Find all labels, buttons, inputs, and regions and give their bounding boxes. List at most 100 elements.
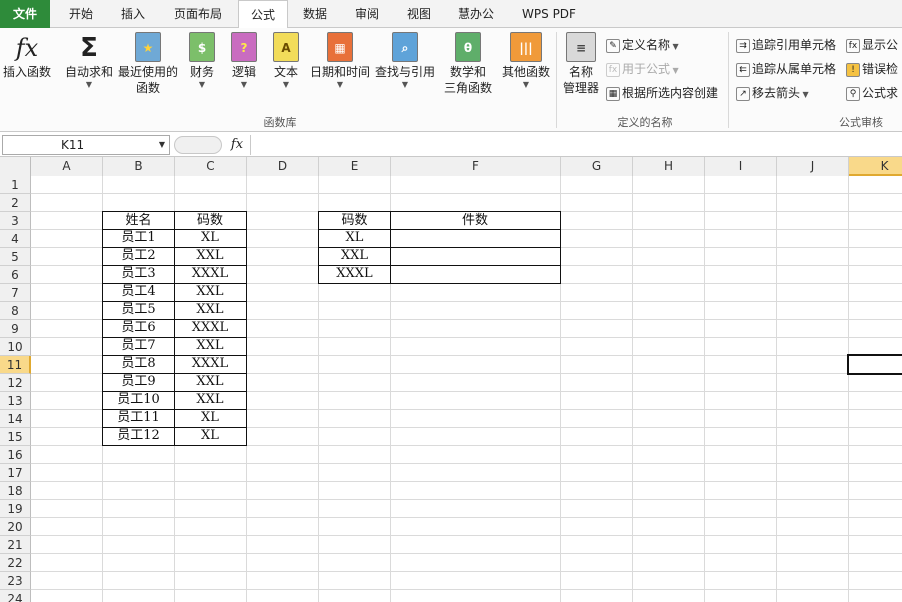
table1-cell[interactable]: XL bbox=[174, 229, 247, 248]
financial-button[interactable]: $ 财务 ▼ bbox=[182, 32, 222, 90]
column-header-a[interactable]: A bbox=[31, 157, 103, 176]
table1-cell[interactable]: 员工2 bbox=[102, 247, 175, 266]
tab-view[interactable]: 视图 bbox=[394, 0, 444, 28]
formula-bar-buttons[interactable] bbox=[174, 136, 222, 154]
trace-dependents-button[interactable]: ⇇ 追踪从属单元格 bbox=[736, 60, 836, 78]
text-button[interactable]: A 文本 ▼ bbox=[266, 32, 306, 90]
tab-review[interactable]: 审阅 bbox=[342, 0, 392, 28]
table2-cell[interactable] bbox=[390, 247, 561, 266]
table1-header-cell[interactable]: 码数 bbox=[174, 211, 247, 230]
define-name-button[interactable]: ✎ 定义名称 ▼ bbox=[606, 36, 679, 54]
table1-cell[interactable]: XXXL bbox=[174, 319, 247, 338]
table1-cell[interactable]: 员工3 bbox=[102, 265, 175, 284]
row-header-3[interactable]: 3 bbox=[0, 212, 31, 230]
table1-cell[interactable]: XXXL bbox=[174, 265, 247, 284]
logical-button[interactable]: ? 逻辑 ▼ bbox=[224, 32, 264, 90]
table1-cell[interactable]: XXL bbox=[174, 301, 247, 320]
table2-header-cell[interactable]: 码数 bbox=[318, 211, 391, 230]
table1-cell[interactable]: 员工12 bbox=[102, 427, 175, 446]
column-header-j[interactable]: J bbox=[777, 157, 849, 176]
date-time-button[interactable]: ▦ 日期和时间 ▼ bbox=[308, 32, 372, 90]
row-header-11[interactable]: 11 bbox=[0, 356, 31, 374]
row-header-1[interactable]: 1 bbox=[0, 176, 31, 194]
tab-data[interactable]: 数据 bbox=[290, 0, 340, 28]
table1-cell[interactable]: XL bbox=[174, 409, 247, 428]
create-from-selection-button[interactable]: ▦ 根据所选内容创建 bbox=[606, 84, 718, 102]
name-manager-button[interactable]: ≡ 名称 管理器 bbox=[560, 32, 602, 96]
chevron-down-icon[interactable]: ▼ bbox=[159, 136, 165, 154]
row-header-10[interactable]: 10 bbox=[0, 338, 31, 356]
table1-cell[interactable]: XXL bbox=[174, 391, 247, 410]
table1-cell[interactable]: 员工7 bbox=[102, 337, 175, 356]
row-header-18[interactable]: 18 bbox=[0, 482, 31, 500]
table1-cell[interactable]: 员工6 bbox=[102, 319, 175, 338]
row-header-21[interactable]: 21 bbox=[0, 536, 31, 554]
table1-header-cell[interactable]: 姓名 bbox=[102, 211, 175, 230]
table2-cell[interactable]: XXXL bbox=[318, 265, 391, 284]
row-header-6[interactable]: 6 bbox=[0, 266, 31, 284]
table1-cell[interactable]: XXXL bbox=[174, 355, 247, 374]
row-header-19[interactable]: 19 bbox=[0, 500, 31, 518]
row-header-15[interactable]: 15 bbox=[0, 428, 31, 446]
row-header-14[interactable]: 14 bbox=[0, 410, 31, 428]
lookup-reference-button[interactable]: ⌕ 查找与引用 ▼ bbox=[374, 32, 436, 90]
table1-cell[interactable]: XL bbox=[174, 427, 247, 446]
row-header-5[interactable]: 5 bbox=[0, 248, 31, 266]
tab-wps-pdf[interactable]: WPS PDF bbox=[510, 0, 588, 28]
table2-header-cell[interactable]: 件数 bbox=[390, 211, 561, 230]
table2-cell[interactable] bbox=[390, 265, 561, 284]
tab-page-layout[interactable]: 页面布局 bbox=[162, 0, 234, 28]
insert-function-fx-icon[interactable]: fx bbox=[228, 135, 246, 155]
column-header-d[interactable]: D bbox=[247, 157, 319, 176]
table1-cell[interactable]: 员工10 bbox=[102, 391, 175, 410]
column-header-k[interactable]: K bbox=[849, 157, 902, 176]
table2-cell[interactable]: XL bbox=[318, 229, 391, 248]
row-header-9[interactable]: 9 bbox=[0, 320, 31, 338]
row-header-4[interactable]: 4 bbox=[0, 230, 31, 248]
row-header-20[interactable]: 20 bbox=[0, 518, 31, 536]
table1-cell[interactable]: 员工4 bbox=[102, 283, 175, 302]
more-functions-button[interactable]: ||| 其他函数 ▼ bbox=[498, 32, 554, 90]
select-all-corner[interactable] bbox=[0, 157, 31, 176]
table1-cell[interactable]: XXL bbox=[174, 373, 247, 392]
row-header-17[interactable]: 17 bbox=[0, 464, 31, 482]
tab-file[interactable]: 文件 bbox=[0, 0, 50, 28]
use-in-formula-button[interactable]: fx 用于公式 ▼ bbox=[606, 60, 679, 78]
table1-cell[interactable]: 员工5 bbox=[102, 301, 175, 320]
row-header-12[interactable]: 12 bbox=[0, 374, 31, 392]
table1-cell[interactable]: 员工1 bbox=[102, 229, 175, 248]
column-header-c[interactable]: C bbox=[175, 157, 247, 176]
formula-input[interactable] bbox=[250, 135, 900, 155]
table1-cell[interactable]: XXL bbox=[174, 283, 247, 302]
name-box[interactable]: K11 ▼ bbox=[2, 135, 170, 155]
row-header-2[interactable]: 2 bbox=[0, 194, 31, 212]
table1-cell[interactable]: 员工8 bbox=[102, 355, 175, 374]
row-header-23[interactable]: 23 bbox=[0, 572, 31, 590]
tab-formulas[interactable]: 公式 bbox=[238, 0, 288, 29]
autosum-button[interactable]: Σ 自动求和 ▼ bbox=[62, 32, 116, 90]
row-header-22[interactable]: 22 bbox=[0, 554, 31, 572]
evaluate-formula-button[interactable]: ⚲ 公式求 bbox=[846, 84, 898, 102]
recently-used-button[interactable]: ★ 最近使用的 函数 bbox=[116, 32, 180, 96]
table1-cell[interactable]: 员工11 bbox=[102, 409, 175, 428]
column-header-f[interactable]: F bbox=[391, 157, 561, 176]
error-checking-button[interactable]: ! 错误检 bbox=[846, 60, 898, 78]
column-header-g[interactable]: G bbox=[561, 157, 633, 176]
column-header-e[interactable]: E bbox=[319, 157, 391, 176]
selected-cell[interactable] bbox=[847, 354, 902, 375]
table1-cell[interactable]: 员工9 bbox=[102, 373, 175, 392]
remove-arrows-button[interactable]: ↗ 移去箭头 ▼ bbox=[736, 84, 809, 102]
tab-insert[interactable]: 插入 bbox=[108, 0, 158, 28]
table2-cell[interactable]: XXL bbox=[318, 247, 391, 266]
table1-cell[interactable]: XXL bbox=[174, 247, 247, 266]
trace-precedents-button[interactable]: ⇉ 追踪引用单元格 bbox=[736, 36, 836, 54]
tab-huibangong[interactable]: 慧办公 bbox=[448, 0, 504, 28]
column-header-i[interactable]: I bbox=[705, 157, 777, 176]
column-header-b[interactable]: B bbox=[103, 157, 175, 176]
column-header-h[interactable]: H bbox=[633, 157, 705, 176]
tab-home[interactable]: 开始 bbox=[56, 0, 106, 28]
table2-cell[interactable] bbox=[390, 229, 561, 248]
row-header-16[interactable]: 16 bbox=[0, 446, 31, 464]
math-trig-button[interactable]: θ 数学和 三角函数 bbox=[438, 32, 498, 96]
cell-area[interactable]: 姓名 码数 员工1 XL 员工2 XXL 员工3 XXXL 员工4 XXL 员工5 XXL 员工6 XXX… bbox=[31, 176, 902, 602]
